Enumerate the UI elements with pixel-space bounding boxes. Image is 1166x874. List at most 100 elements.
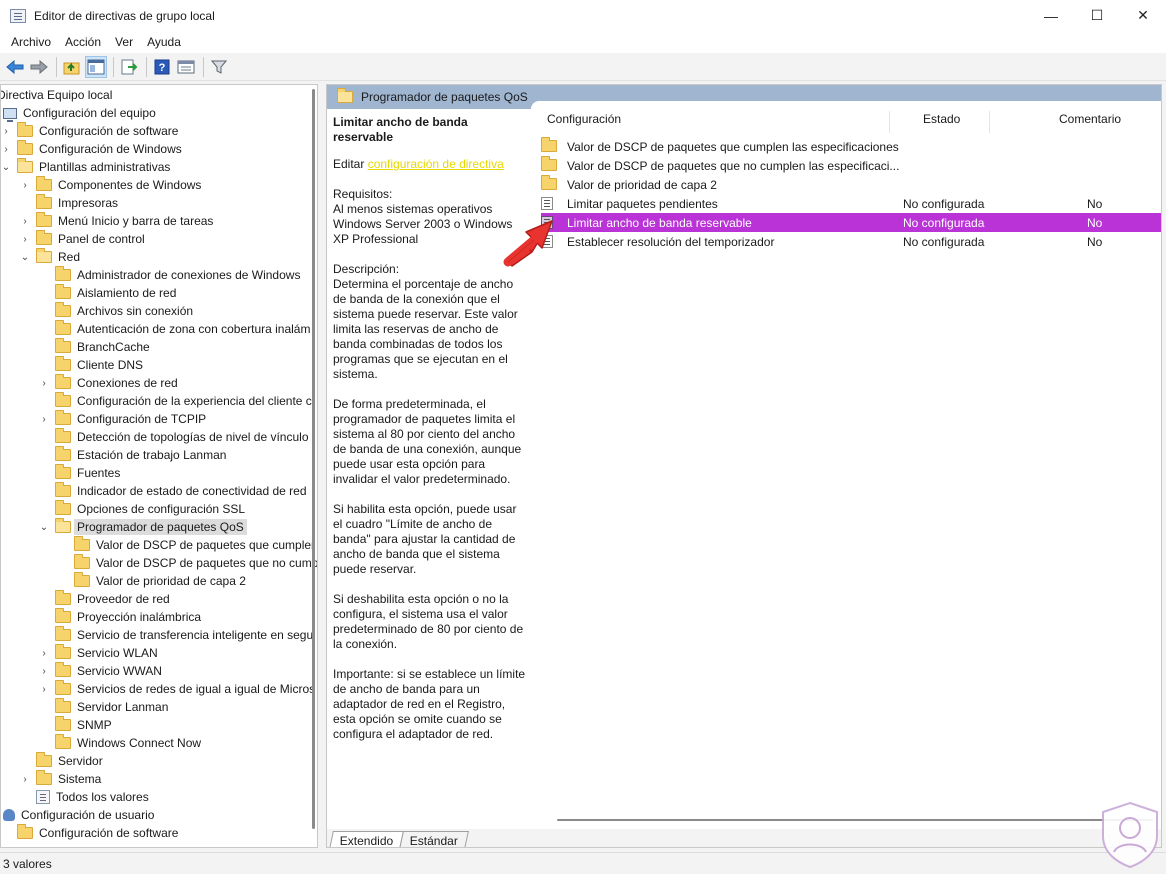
chevron-right-icon[interactable]: › — [39, 684, 49, 695]
tree-item-system[interactable]: › Sistema — [20, 770, 101, 788]
properties-icon[interactable] — [175, 56, 197, 78]
folder-icon — [55, 482, 71, 497]
tree-item-label: Configuración de Windows — [39, 142, 182, 156]
tree-item-hotspot-auth[interactable]: Autenticación de zona con cobertura inal… — [55, 320, 310, 338]
tree-item-label: Aislamiento de red — [77, 286, 177, 300]
list-item-selected[interactable]: Limitar ancho de banda reservable No con… — [541, 213, 1161, 232]
maximize-button[interactable]: ☐ — [1074, 0, 1120, 31]
tree-item-wwan[interactable]: › Servicio WWAN — [39, 662, 162, 680]
tree-item-user-config[interactable]: Configuración de usuario — [3, 806, 154, 824]
chevron-right-icon[interactable]: › — [39, 378, 49, 389]
tree-item-user-software-config[interactable]: Configuración de software — [17, 824, 178, 842]
chevron-down-icon[interactable]: ⌄ — [20, 252, 30, 263]
chevron-right-icon[interactable]: › — [39, 666, 49, 677]
forward-icon[interactable] — [28, 56, 50, 78]
tab-standard[interactable]: Estándar — [399, 831, 470, 847]
folder-icon — [55, 500, 71, 515]
tree-item-connectivity-indicator[interactable]: Indicador de estado de conectividad de r… — [55, 482, 307, 500]
chevron-right-icon[interactable]: › — [20, 216, 30, 227]
list-item[interactable]: Valor de DSCP de paquetes que cumplen la… — [541, 137, 1161, 156]
column-header-state[interactable]: Estado — [923, 107, 960, 131]
tree-item-root[interactable]: Directiva Equipo local — [1, 86, 112, 104]
column-header-comment[interactable]: Comentario — [1059, 107, 1121, 131]
tree-item-offline-files[interactable]: Archivos sin conexión — [55, 302, 193, 320]
tree-item-ssl-options[interactable]: Opciones de configuración SSL — [55, 500, 245, 518]
menu-accion[interactable]: Acción — [58, 35, 108, 49]
menu-archivo[interactable]: Archivo — [4, 35, 58, 49]
tree-item-connection-manager[interactable]: Administrador de conexiones de Windows — [55, 266, 300, 284]
show-hide-tree-icon[interactable] — [85, 55, 107, 78]
tree-item-label: Configuración de TCPIP — [77, 412, 207, 426]
tree-item-computer-config[interactable]: Configuración del equipo — [3, 104, 156, 122]
help-icon[interactable]: ? — [151, 56, 173, 78]
list-item[interactable]: Establecer resolución del temporizador N… — [541, 232, 1161, 251]
tree-item-branchcache[interactable]: BranchCache — [55, 338, 150, 356]
tree-item-network[interactable]: ⌄ Red — [20, 248, 80, 266]
tree-item-all-settings[interactable]: Todos los valores — [36, 788, 149, 806]
tree-item-server[interactable]: Servidor — [36, 752, 103, 770]
tree-item-admin-templates[interactable]: ⌄ Plantillas administrativas — [1, 158, 170, 176]
tree-item-snmp[interactable]: SNMP — [55, 716, 112, 734]
chevron-right-icon[interactable]: › — [20, 234, 30, 245]
tree-item-peer-networking[interactable]: › Servicios de redes de igual a igual de… — [39, 680, 315, 698]
tree-item-lanman-server[interactable]: Servidor Lanman — [55, 698, 168, 716]
tree-item-link-layer-topology[interactable]: Detección de topologías de nivel de vínc… — [55, 428, 309, 446]
tree-item-tcpip[interactable]: › Configuración de TCPIP — [39, 410, 206, 428]
chevron-right-icon[interactable]: › — [20, 180, 30, 191]
chevron-right-icon[interactable]: › — [1, 144, 11, 155]
tab-extended[interactable]: Extendido — [329, 831, 405, 847]
edit-policy-link[interactable]: configuración de directiva — [368, 157, 504, 171]
filter-icon[interactable] — [208, 56, 230, 78]
menu-ayuda[interactable]: Ayuda — [140, 35, 188, 49]
tree-item-dscp-conforming[interactable]: Valor de DSCP de paquetes que cumpler — [74, 536, 315, 554]
tree-item-software-config[interactable]: › Configuración de software — [1, 122, 178, 140]
tree-item-label: Estación de trabajo Lanman — [77, 448, 227, 462]
tree-item-label: Configuración del equipo — [23, 106, 156, 120]
chevron-right-icon[interactable]: › — [39, 648, 49, 659]
list-scrollbar[interactable] — [557, 819, 1153, 821]
chevron-right-icon[interactable]: › — [20, 774, 30, 785]
column-header-setting[interactable]: Configuración — [547, 107, 621, 131]
list-item[interactable]: Valor de DSCP de paquetes que no cumplen… — [541, 156, 1161, 175]
tree-item-wireless-display[interactable]: Proyección inalámbrica — [55, 608, 201, 626]
folder-icon — [55, 284, 71, 299]
chevron-down-icon[interactable]: ⌄ — [39, 522, 49, 533]
tree-item-dns-client[interactable]: Cliente DNS — [55, 356, 143, 374]
chevron-right-icon[interactable]: › — [1, 126, 11, 137]
tree-item-dscp-nonconforming[interactable]: Valor de DSCP de paquetes que no cump — [74, 554, 318, 572]
tree-item-windows-components[interactable]: › Componentes de Windows — [20, 176, 201, 194]
tree-item-windows-connect-now[interactable]: Windows Connect Now — [55, 734, 201, 752]
tree-item-start-menu[interactable]: › Menú Inicio y barra de tareas — [20, 212, 213, 230]
tree-item-layer2-priority[interactable]: Valor de prioridad de capa 2 — [74, 572, 246, 590]
tree-item-qos-scheduler[interactable]: ⌄ Programador de paquetes QoS — [39, 518, 247, 536]
tree-item-control-panel[interactable]: › Panel de control — [20, 230, 145, 248]
tree-item-client-experience[interactable]: Configuración de la experiencia del clie… — [55, 392, 312, 410]
chevron-down-icon[interactable]: ⌄ — [1, 162, 11, 173]
tree-item-windows-config[interactable]: › Configuración de Windows — [1, 140, 182, 158]
tree-pane[interactable]: Directiva Equipo local Configuración del… — [0, 84, 318, 848]
tree-item-network-connections[interactable]: › Conexiones de red — [39, 374, 178, 392]
column-separator[interactable] — [889, 111, 890, 133]
up-folder-icon[interactable] — [61, 56, 83, 78]
tree-scrollbar[interactable] — [312, 89, 315, 829]
menu-ver[interactable]: Ver — [108, 35, 140, 49]
list-item[interactable]: Valor de prioridad de capa 2 — [541, 175, 1161, 194]
tree-item-wlan[interactable]: › Servicio WLAN — [39, 644, 158, 662]
settings-list[interactable]: Configuración Estado Comentario Valor de… — [531, 101, 1161, 821]
tree-item-network-isolation[interactable]: Aislamiento de red — [55, 284, 176, 302]
tree-item-lanman-workstation[interactable]: Estación de trabajo Lanman — [55, 446, 226, 464]
tree-item-label: Valor de DSCP de paquetes que no cump — [96, 556, 318, 570]
minimize-button[interactable]: — — [1028, 0, 1074, 31]
tree-item-printers[interactable]: Impresoras — [36, 194, 118, 212]
column-separator[interactable] — [989, 111, 990, 133]
folder-icon — [55, 302, 71, 317]
list-item[interactable]: Limitar paquetes pendientes No configura… — [541, 194, 1161, 213]
tree-item-label: SNMP — [77, 718, 112, 732]
chevron-right-icon[interactable]: › — [39, 414, 49, 425]
close-button[interactable]: ✕ — [1120, 0, 1166, 31]
back-icon[interactable] — [4, 56, 26, 78]
tree-item-bits[interactable]: Servicio de transferencia inteligente en… — [55, 626, 313, 644]
tree-item-network-provider[interactable]: Proveedor de red — [55, 590, 170, 608]
tree-item-fonts[interactable]: Fuentes — [55, 464, 120, 482]
export-list-icon[interactable] — [118, 56, 140, 78]
